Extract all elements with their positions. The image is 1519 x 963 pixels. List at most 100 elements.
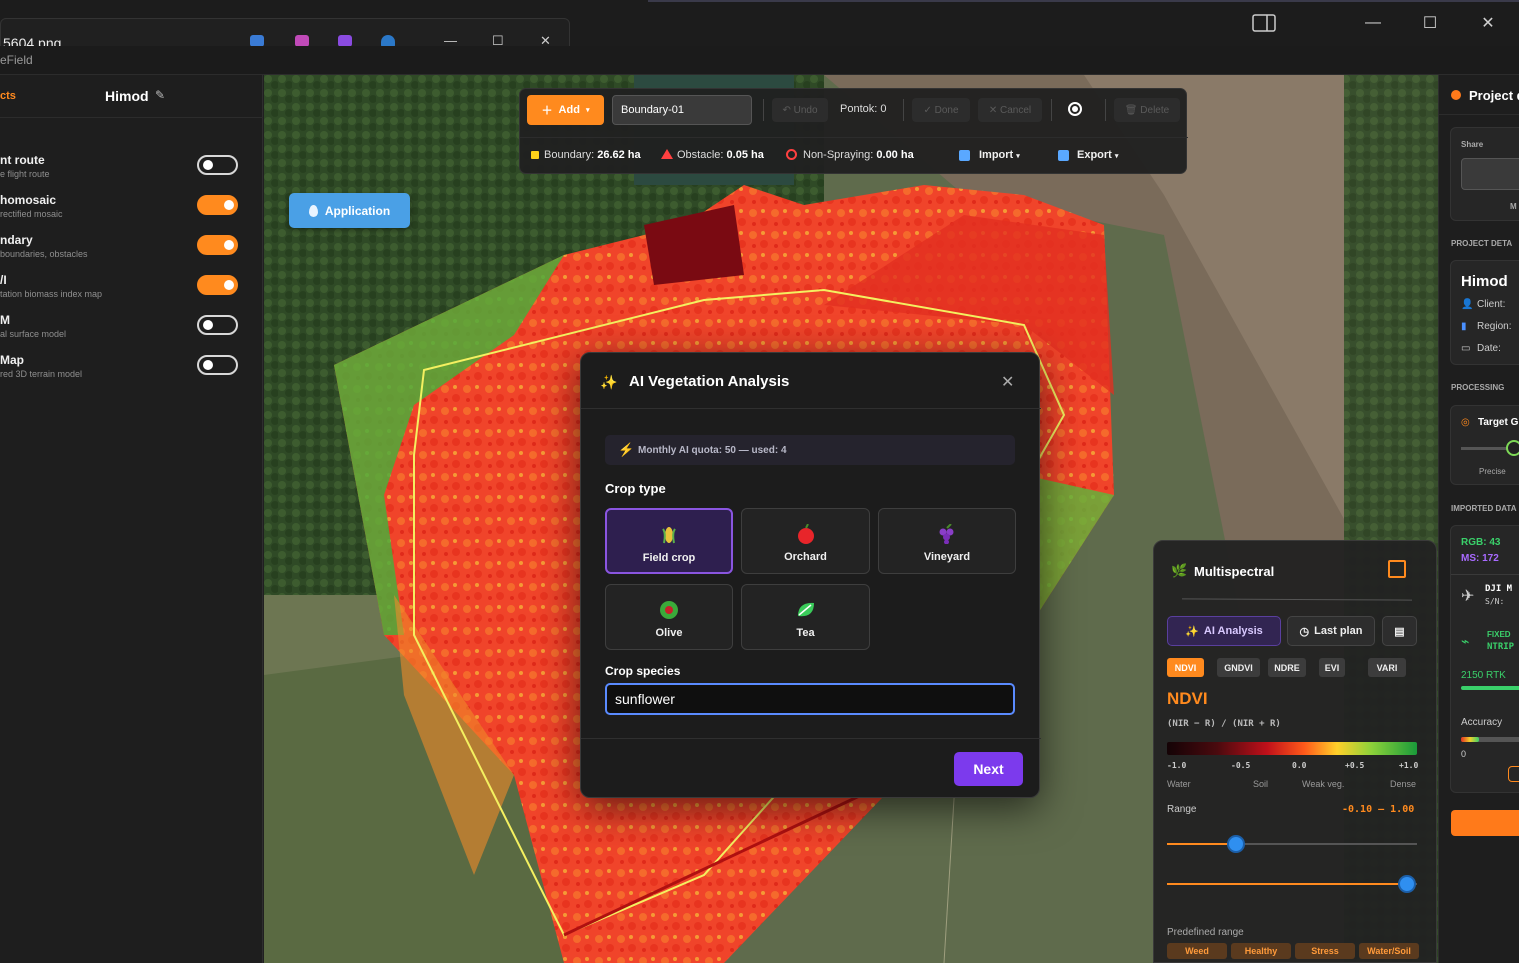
plus-icon: ＋ <box>541 105 553 117</box>
layer-description: e flight route <box>0 169 50 179</box>
layer-toggle-orthomosaic[interactable] <box>197 195 238 215</box>
toolbar-divider <box>1105 99 1106 121</box>
slider-fill <box>1167 843 1235 845</box>
range-min-slider[interactable] <box>1167 835 1417 853</box>
layer-name: ndary <box>0 233 33 247</box>
cross-icon: ✕ <box>988 104 1001 116</box>
magic-wand-icon: ✨ <box>600 374 618 390</box>
preset-water-soil[interactable]: Water/Soil <box>1359 943 1419 959</box>
open-external-icon[interactable] <box>1388 560 1406 578</box>
points-count: Pontok: 0 <box>840 103 887 115</box>
import-button[interactable]: Import ▾ <box>979 149 1020 161</box>
crop-option-tea[interactable]: Tea <box>741 584 870 650</box>
cancel-button[interactable]: ✕ Cancel <box>978 98 1042 122</box>
project-details-panel: Project d Share M PROJECT DETA Himod 👤 C… <box>1438 75 1519 963</box>
import-icon <box>959 150 970 161</box>
tea-leaf-icon <box>742 600 869 620</box>
layer-description: red 3D terrain model <box>0 369 83 379</box>
next-button[interactable]: Next <box>954 752 1023 786</box>
precision-thumb[interactable] <box>1506 440 1519 456</box>
document-icon[interactable]: ▤ <box>1382 616 1417 646</box>
ai-analysis-label: AI Analysis <box>1203 625 1263 637</box>
clock-icon: ◷ <box>1299 625 1310 638</box>
quota-text: Monthly AI quota: 50 — used: 4 <box>638 445 787 456</box>
preset-healthy[interactable]: Healthy <box>1231 943 1291 959</box>
ai-analysis-button[interactable]: ✨ AI Analysis <box>1167 616 1281 646</box>
cancel-label: Cancel <box>1000 104 1032 116</box>
boundary-name-input[interactable]: Boundary-01 <box>612 95 752 125</box>
project-details-heading: PROJECT DETA <box>1451 239 1513 248</box>
export-label: Export <box>1077 149 1112 161</box>
crop-species-input[interactable]: sunflower <box>605 683 1015 715</box>
layer-toggle-boundary[interactable] <box>197 235 238 255</box>
nonspray-stat-label: Non-Spraying: <box>803 149 874 161</box>
range-label: Range <box>1167 804 1197 815</box>
crop-option-orchard[interactable]: Orchard <box>741 508 870 574</box>
minimize-button[interactable]: — <box>1353 8 1393 38</box>
crop-species-label: Crop species <box>605 664 681 678</box>
close-icon[interactable]: ✕ <box>1001 372 1014 392</box>
maximize-button[interactable]: ☐ <box>1410 8 1450 38</box>
index-tab-gndvi[interactable]: GNDVI <box>1217 658 1260 677</box>
range-min-thumb[interactable] <box>1226 835 1245 853</box>
close-button[interactable]: ✕ <box>1468 8 1508 38</box>
fixed-label: FIXED <box>1487 630 1511 639</box>
calendar-icon: ▭ <box>1461 343 1471 354</box>
index-tab-ndre[interactable]: NDRE <box>1268 658 1306 677</box>
preset-weed[interactable]: Weed <box>1167 943 1227 959</box>
generate-report-button[interactable] <box>1451 810 1519 836</box>
snap-layout-icon[interactable] <box>1244 8 1284 38</box>
index-tab-vari[interactable]: VARI <box>1368 658 1406 677</box>
delete-button[interactable]: 🗑 Delete <box>1114 98 1180 122</box>
index-formula: (NIR − R) / (NIR + R) <box>1167 719 1281 729</box>
scale-label-water: Water <box>1167 779 1191 789</box>
crop-option-label: Field crop <box>642 552 696 564</box>
application-button[interactable]: Application <box>289 193 410 228</box>
add-button[interactable]: ＋ Add ▾ <box>527 95 604 125</box>
layer-toggle-terrain-map[interactable] <box>197 355 238 375</box>
projects-tab[interactable]: cts <box>0 90 16 102</box>
undo-button[interactable]: ↶ Undo <box>772 98 828 122</box>
layer-toggle-flight-route[interactable] <box>197 155 238 175</box>
layer-name: Map <box>0 353 24 367</box>
check-icon: ✓ <box>923 104 935 116</box>
visibility-eye-icon[interactable] <box>1068 102 1082 116</box>
crop-option-vineyard[interactable]: Vineyard <box>878 508 1016 574</box>
nonspray-stat-value: 0.00 ha <box>876 149 914 161</box>
crop-option-label: Tea <box>796 627 815 639</box>
layer-terrain-map: Map red 3D terrain model <box>0 353 263 393</box>
layer-description: tation biomass index map <box>0 289 103 299</box>
last-plan-button[interactable]: ◷ Last plan <box>1287 616 1375 646</box>
toolbar-divider <box>903 99 904 121</box>
index-tab-ndvi[interactable]: NDVI <box>1167 658 1204 677</box>
sidebar-header: cts Himod ✎ <box>0 75 263 118</box>
droplet-icon <box>308 204 318 217</box>
boundary-square-icon <box>531 151 539 159</box>
index-tab-evi[interactable]: EVI <box>1319 658 1345 677</box>
crop-option-olive[interactable]: Olive <box>605 584 733 650</box>
range-max-thumb[interactable] <box>1398 875 1416 893</box>
export-button[interactable]: Export ▾ <box>1077 149 1118 161</box>
toggle-knob <box>203 160 213 170</box>
slider-fill <box>1167 883 1407 885</box>
preset-stress[interactable]: Stress <box>1295 943 1355 959</box>
layer-toggle-dsm[interactable] <box>197 315 238 335</box>
corn-icon <box>607 525 731 545</box>
done-button[interactable]: ✓ Done <box>912 98 970 122</box>
map-pin-icon: ▮ <box>1461 321 1467 332</box>
multispectral-panel: 🌿 Multispectral ✨ AI Analysis ◷ Last pla… <box>1153 540 1437 963</box>
project-details-card: Himod 👤 Client: ▮ Region: ▭ Date: <box>1450 260 1519 365</box>
share-input[interactable] <box>1461 158 1519 190</box>
multispectral-title: Multispectral <box>1194 564 1275 579</box>
layer-toggle-ndvi[interactable] <box>197 275 238 295</box>
target-label: Target G <box>1478 417 1519 428</box>
precision-slider[interactable] <box>1461 440 1519 456</box>
scale-tick: 0.0 <box>1292 761 1307 770</box>
edit-pencil-icon[interactable]: ✎ <box>155 88 165 102</box>
crop-option-field-crop[interactable]: Field crop <box>605 508 733 574</box>
edit-chip[interactable] <box>1508 766 1519 782</box>
active-index-title: NDVI <box>1167 689 1208 708</box>
range-max-slider[interactable] <box>1167 875 1417 893</box>
boundary-stat: Boundary: 26.62 ha <box>544 149 641 161</box>
toolbar-divider <box>1051 99 1052 121</box>
